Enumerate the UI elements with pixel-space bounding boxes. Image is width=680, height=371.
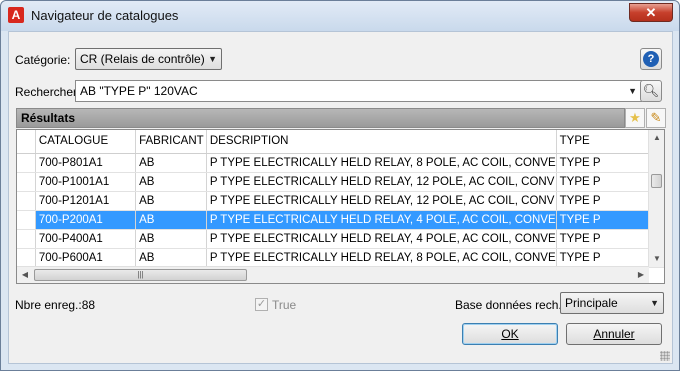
table-row[interactable]: 700-P400A1 AB P TYPE ELECTRICALLY HELD R… <box>17 229 664 249</box>
scroll-down-icon[interactable]: ▼ <box>649 251 664 267</box>
column-header-fabricant[interactable]: FABRICANT <box>135 130 207 154</box>
cell-fabricant[interactable]: AB <box>135 248 207 268</box>
record-count: Nbre enreg.:88 <box>15 298 96 312</box>
cell-fabricant[interactable]: AB <box>135 172 207 192</box>
search-button[interactable]: 🔍︎ <box>640 80 662 102</box>
close-button[interactable]: ✕ <box>629 3 673 22</box>
scroll-up-icon[interactable]: ▲ <box>649 130 664 146</box>
checkmark-icon: ✓ <box>256 298 267 310</box>
vertical-scroll-thumb[interactable] <box>651 174 662 188</box>
chevron-down-icon: ▼ <box>208 54 217 64</box>
chevron-down-icon: ▼ <box>650 298 659 308</box>
grid-header-row: CATALOGUE FABRICANT DESCRIPTION TYPE <box>17 130 664 154</box>
scroll-left-icon[interactable]: ◀ <box>17 267 33 283</box>
cancel-button-label: Annuler <box>593 327 635 341</box>
row-header[interactable] <box>17 172 36 192</box>
grid-corner[interactable] <box>17 130 36 154</box>
cell-catalogue[interactable]: 700-P200A1 <box>35 210 137 230</box>
cell-fabricant[interactable]: AB <box>135 191 207 211</box>
database-value: Principale <box>565 296 618 310</box>
table-row[interactable]: 700-P801A1 AB P TYPE ELECTRICALLY HELD R… <box>17 153 664 173</box>
results-grid: CATALOGUE FABRICANT DESCRIPTION TYPE 700… <box>16 129 665 284</box>
horizontal-scroll-thumb[interactable]: ||| <box>34 269 247 281</box>
cell-description[interactable]: P TYPE ELECTRICALLY HELD RELAY, 12 POLE,… <box>206 172 557 192</box>
table-row[interactable]: 700-P1001A1 AB P TYPE ELECTRICALLY HELD … <box>17 172 664 192</box>
star-icon: ★ <box>629 110 641 125</box>
row-header[interactable] <box>17 248 36 268</box>
magnifier-icon: 🔍︎ <box>642 83 660 98</box>
row-header[interactable] <box>17 229 36 249</box>
title-bar[interactable]: A Navigateur de catalogues ✕ <box>1 1 679 31</box>
edit-button[interactable]: ✎ <box>646 108 666 128</box>
pencil-icon: ✎ <box>650 110 662 125</box>
search-label: Rechercher: <box>15 85 81 99</box>
row-header[interactable] <box>17 191 36 211</box>
resize-grip-icon[interactable] <box>660 351 670 361</box>
scroll-right-icon[interactable]: ▶ <box>633 267 649 283</box>
category-value: CR (Relais de contrôle) <box>80 52 205 66</box>
database-label: Base données rech.: <box>455 298 566 312</box>
cell-catalogue[interactable]: 700-P801A1 <box>35 153 137 173</box>
true-checkbox[interactable]: ✓ <box>255 298 268 311</box>
cell-description[interactable]: P TYPE ELECTRICALLY HELD RELAY, 8 POLE, … <box>206 248 557 268</box>
cell-description[interactable]: P TYPE ELECTRICALLY HELD RELAY, 4 POLE, … <box>206 210 557 230</box>
cell-description[interactable]: P TYPE ELECTRICALLY HELD RELAY, 4 POLE, … <box>206 229 557 249</box>
cell-description[interactable]: P TYPE ELECTRICALLY HELD RELAY, 12 POLE,… <box>206 191 557 211</box>
help-icon: ? <box>643 51 659 67</box>
table-row-selected[interactable]: 700-P200A1 AB P TYPE ELECTRICALLY HELD R… <box>17 210 664 230</box>
ok-button[interactable]: OK <box>462 323 558 345</box>
true-checkbox-label: True <box>272 298 297 312</box>
cell-catalogue[interactable]: 700-P1001A1 <box>35 172 137 192</box>
cancel-button[interactable]: Annuler <box>566 323 662 345</box>
catalog-browser-dialog: A Navigateur de catalogues ✕ Catégorie: … <box>0 0 680 371</box>
category-label: Catégorie: <box>15 53 71 67</box>
search-input[interactable]: AB "TYPE P" 120VAC ▼ <box>75 80 642 102</box>
cell-description[interactable]: P TYPE ELECTRICALLY HELD RELAY, 8 POLE, … <box>206 153 557 173</box>
cell-catalogue[interactable]: 700-P1201A1 <box>35 191 137 211</box>
row-header[interactable] <box>17 210 36 230</box>
table-row[interactable]: 700-P600A1 AB P TYPE ELECTRICALLY HELD R… <box>17 248 664 268</box>
cell-fabricant[interactable]: AB <box>135 153 207 173</box>
help-button[interactable]: ? <box>640 48 662 70</box>
results-header: Résultats <box>16 108 625 128</box>
dialog-body: Catégorie: CR (Relais de contrôle) ▼ ? R… <box>8 31 673 364</box>
row-header[interactable] <box>17 153 36 173</box>
favorite-button[interactable]: ★ <box>625 108 645 128</box>
chevron-down-icon[interactable]: ▼ <box>628 81 637 101</box>
cell-catalogue[interactable]: 700-P600A1 <box>35 248 137 268</box>
search-value: AB "TYPE P" 120VAC <box>80 84 198 98</box>
ok-button-label: OK <box>501 327 519 341</box>
category-select[interactable]: CR (Relais de contrôle) ▼ <box>75 48 222 70</box>
cell-fabricant[interactable]: AB <box>135 229 207 249</box>
table-row[interactable]: 700-P1201A1 AB P TYPE ELECTRICALLY HELD … <box>17 191 664 211</box>
cell-fabricant[interactable]: AB <box>135 210 207 230</box>
column-header-description[interactable]: DESCRIPTION <box>206 130 557 154</box>
database-select[interactable]: Principale ▼ <box>560 292 664 314</box>
column-header-catalogue[interactable]: CATALOGUE <box>35 130 137 154</box>
cell-catalogue[interactable]: 700-P400A1 <box>35 229 137 249</box>
vertical-scrollbar[interactable]: ▲ ▼ <box>648 130 664 267</box>
dialog-title: Navigateur de catalogues <box>31 8 179 23</box>
autocad-app-icon: A <box>8 7 24 23</box>
horizontal-scrollbar[interactable]: ◀ ||| ▶ <box>17 266 649 283</box>
